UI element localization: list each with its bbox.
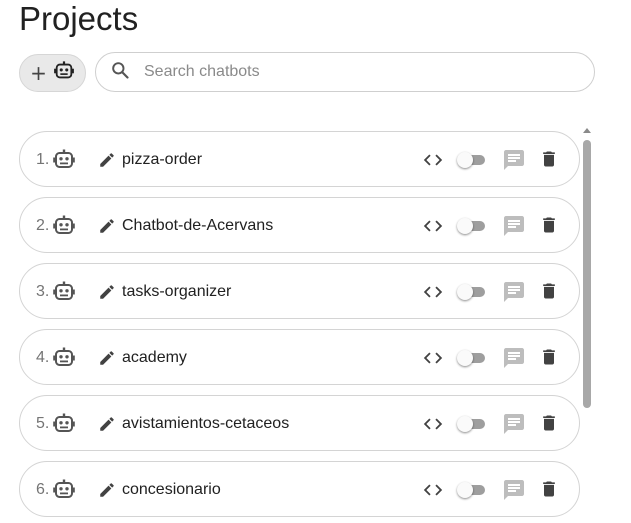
pencil-icon[interactable] xyxy=(98,217,116,240)
chat-icon[interactable] xyxy=(502,280,526,309)
project-row[interactable]: 4. academy xyxy=(19,329,580,385)
enable-toggle[interactable] xyxy=(457,482,487,498)
project-row[interactable]: 6. concesionario xyxy=(19,461,580,517)
project-name: academy xyxy=(122,349,187,366)
search-icon xyxy=(110,60,130,85)
chat-icon[interactable] xyxy=(502,346,526,375)
code-icon[interactable] xyxy=(422,347,444,374)
toggle-thumb xyxy=(457,218,473,234)
robot-icon xyxy=(52,346,76,375)
code-icon[interactable] xyxy=(422,215,444,242)
pencil-icon[interactable] xyxy=(98,151,116,174)
code-icon[interactable] xyxy=(422,281,444,308)
project-index: 6. xyxy=(36,481,50,498)
project-index: 4. xyxy=(36,349,50,366)
robot-icon xyxy=(52,148,76,177)
robot-icon xyxy=(52,214,76,243)
project-name: concesionario xyxy=(122,481,221,498)
project-row[interactable]: 1. pizza-order xyxy=(19,131,580,187)
trash-icon[interactable] xyxy=(539,413,559,438)
search-box[interactable] xyxy=(95,52,595,92)
project-row[interactable]: 3. tasks-organizer xyxy=(19,263,580,319)
toggle-thumb xyxy=(457,152,473,168)
scrollbar-thumb[interactable] xyxy=(583,140,591,408)
code-icon[interactable] xyxy=(422,413,444,440)
trash-icon[interactable] xyxy=(539,281,559,306)
enable-toggle[interactable] xyxy=(457,416,487,432)
pencil-icon[interactable] xyxy=(98,283,116,306)
search-input[interactable] xyxy=(142,62,566,82)
toggle-thumb xyxy=(457,482,473,498)
project-index: 3. xyxy=(36,283,50,300)
code-icon[interactable] xyxy=(422,479,444,506)
chat-icon[interactable] xyxy=(502,214,526,243)
projects-list-viewport[interactable]: 1. pizza-order 2. Chatbot-de-Acervans 3.… xyxy=(0,125,631,523)
project-name: avistamientos-cetaceos xyxy=(122,415,290,432)
project-index: 1. xyxy=(36,151,50,168)
plus-icon: + xyxy=(30,60,47,85)
robot-icon xyxy=(52,280,76,309)
pencil-icon[interactable] xyxy=(98,415,116,438)
page-title: Projects xyxy=(19,0,139,37)
enable-toggle[interactable] xyxy=(457,350,487,366)
project-name: pizza-order xyxy=(122,151,203,168)
chat-icon[interactable] xyxy=(502,148,526,177)
robot-icon xyxy=(53,60,75,87)
chat-icon[interactable] xyxy=(502,478,526,507)
toggle-thumb xyxy=(457,350,473,366)
project-name: Chatbot-de-Acervans xyxy=(122,217,274,234)
project-row[interactable]: 2. Chatbot-de-Acervans xyxy=(19,197,580,253)
trash-icon[interactable] xyxy=(539,347,559,372)
scroll-up-arrow-icon[interactable] xyxy=(583,128,591,133)
toggle-thumb xyxy=(457,284,473,300)
enable-toggle[interactable] xyxy=(457,152,487,168)
project-index: 2. xyxy=(36,217,50,234)
add-chatbot-button[interactable]: + xyxy=(19,54,86,92)
toggle-thumb xyxy=(457,416,473,432)
scrollbar[interactable] xyxy=(580,125,595,523)
trash-icon[interactable] xyxy=(539,149,559,174)
robot-icon xyxy=(52,478,76,507)
enable-toggle[interactable] xyxy=(457,284,487,300)
robot-icon xyxy=(52,412,76,441)
project-index: 5. xyxy=(36,415,50,432)
pencil-icon[interactable] xyxy=(98,349,116,372)
chat-icon[interactable] xyxy=(502,412,526,441)
trash-icon[interactable] xyxy=(539,215,559,240)
projects-list: 1. pizza-order 2. Chatbot-de-Acervans 3.… xyxy=(19,131,580,523)
code-icon[interactable] xyxy=(422,149,444,176)
enable-toggle[interactable] xyxy=(457,218,487,234)
trash-icon[interactable] xyxy=(539,479,559,504)
project-name: tasks-organizer xyxy=(122,283,232,300)
pencil-icon[interactable] xyxy=(98,481,116,504)
project-row[interactable]: 5. avistamientos-cetaceos xyxy=(19,395,580,451)
